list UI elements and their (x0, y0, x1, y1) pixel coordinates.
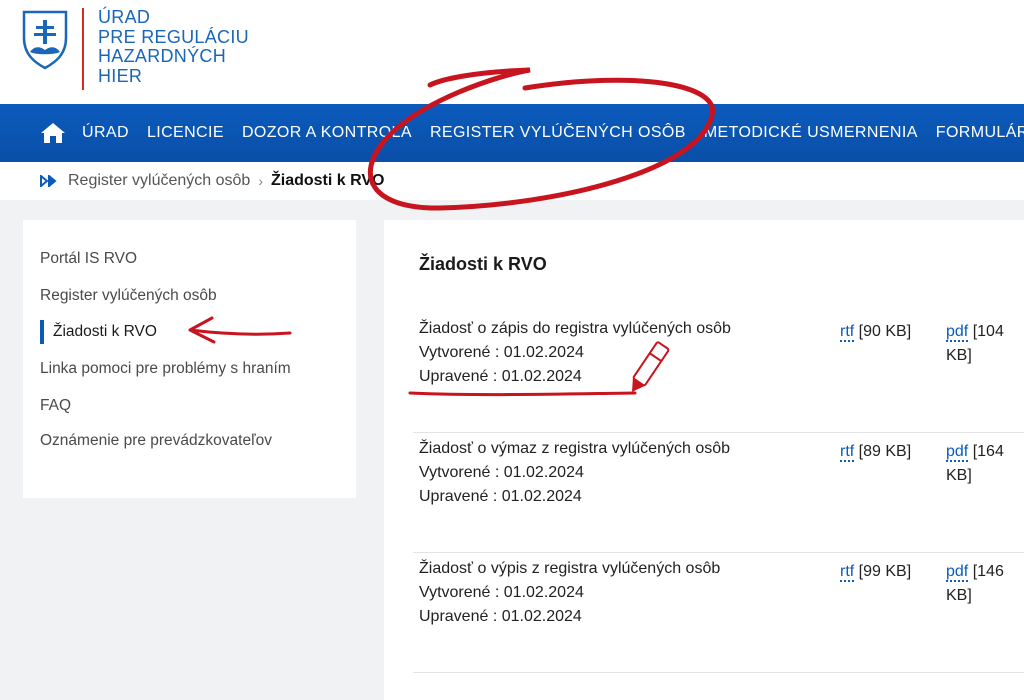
document-created: Vytvorené : 01.02.2024 (419, 464, 584, 481)
nav-item-formulare[interactable]: FORMULÁRE (936, 124, 1024, 142)
document-title: Žiadosť o výpis z registra vylúčených os… (419, 560, 721, 577)
rtf-size: [89 KB] (858, 443, 912, 460)
document-created: Vytvorené : 01.02.2024 (419, 584, 584, 601)
coat-of-arms-logo[interactable] (20, 8, 70, 70)
main-navigation: ÚRAD LICENCIE DOZOR A KONTROLA REGISTER … (0, 104, 1024, 162)
rtf-link[interactable]: rtf (840, 563, 855, 582)
document-updated: Upravené : 01.02.2024 (419, 488, 582, 505)
nav-item-dozor[interactable]: DOZOR A KONTROLA (242, 124, 412, 142)
nav-item-licencie[interactable]: LICENCIE (147, 124, 224, 142)
breadcrumb: Register vylúčených osôb › Žiadosti k RV… (0, 162, 1024, 200)
sidebar-item-ziadosti[interactable]: Žiadosti k RVO (53, 323, 157, 341)
sidebar-item-register[interactable]: Register vylúčených osôb (40, 287, 217, 305)
document-row: Žiadosť o výpis z registra vylúčených os… (413, 552, 1024, 673)
breadcrumb-separator: › (258, 173, 263, 189)
pdf-link[interactable]: pdf (946, 563, 969, 582)
logo-line: PRE REGULÁCIU (98, 26, 249, 47)
rtf-size: [99 KB] (858, 563, 912, 580)
document-title: Žiadosť o zápis do registra vylúčených o… (419, 320, 731, 337)
pdf-download: pdf [104 KB] (946, 320, 1024, 368)
sidebar-item-portal[interactable]: Portál IS RVO (40, 250, 137, 268)
pdf-download: pdf [164 KB] (946, 440, 1024, 488)
rtf-size: [90 KB] (858, 323, 912, 340)
logo-line: HIER (98, 65, 143, 86)
page-title: Žiadosti k RVO (419, 254, 547, 274)
sidebar: Portál IS RVO Register vylúčených osôb Ž… (23, 220, 356, 498)
logo-text[interactable]: ÚRAD PRE REGULÁCIU HAZARDNÝCH HIER (98, 7, 249, 86)
active-marker (40, 320, 44, 344)
double-chevron-icon (40, 175, 60, 187)
nav-item-register[interactable]: REGISTER VYLÚČENÝCH OSÔB (430, 124, 686, 142)
nav-item-metodicke[interactable]: METODICKÉ USMERNENIA (704, 124, 918, 142)
rtf-link[interactable]: rtf (840, 443, 855, 462)
pdf-link[interactable]: pdf (946, 323, 969, 342)
nav-item-urad[interactable]: ÚRAD (82, 124, 129, 142)
logo-line: ÚRAD (98, 7, 151, 27)
document-row: Žiadosť o zápis do registra vylúčených o… (413, 312, 1024, 433)
rtf-download: rtf [99 KB] (840, 560, 911, 584)
document-created: Vytvorené : 01.02.2024 (419, 344, 584, 361)
pdf-link[interactable]: pdf (946, 443, 969, 462)
breadcrumb-link-register[interactable]: Register vylúčených osôb (68, 172, 250, 190)
sidebar-item-linka[interactable]: Linka pomoci pre problémy s hraním (40, 360, 291, 378)
rtf-download: rtf [89 KB] (840, 440, 911, 464)
sidebar-item-oznamenie[interactable]: Oznámenie pre prevádzkovateľov (40, 432, 272, 450)
pdf-download: pdf [146 KB] (946, 560, 1024, 608)
home-icon[interactable] (40, 120, 68, 146)
sidebar-item-faq[interactable]: FAQ (40, 397, 71, 415)
rtf-link[interactable]: rtf (840, 323, 855, 342)
breadcrumb-current: Žiadosti k RVO (270, 172, 385, 189)
document-title: Žiadosť o výmaz z registra vylúčených os… (419, 440, 731, 457)
document-row: Žiadosť o výmaz z registra vylúčených os… (413, 432, 1024, 553)
main-content: Žiadosti k RVO Žiadosť o zápis do regist… (384, 220, 1024, 700)
document-updated: Upravené : 01.02.2024 (419, 608, 582, 625)
logo-divider (82, 8, 84, 90)
logo-line: HAZARDNÝCH (98, 46, 227, 66)
document-updated: Upravené : 01.02.2024 (419, 368, 582, 385)
site-header: ÚRAD PRE REGULÁCIU HAZARDNÝCH HIER (0, 0, 1024, 104)
rtf-download: rtf [90 KB] (840, 320, 911, 344)
